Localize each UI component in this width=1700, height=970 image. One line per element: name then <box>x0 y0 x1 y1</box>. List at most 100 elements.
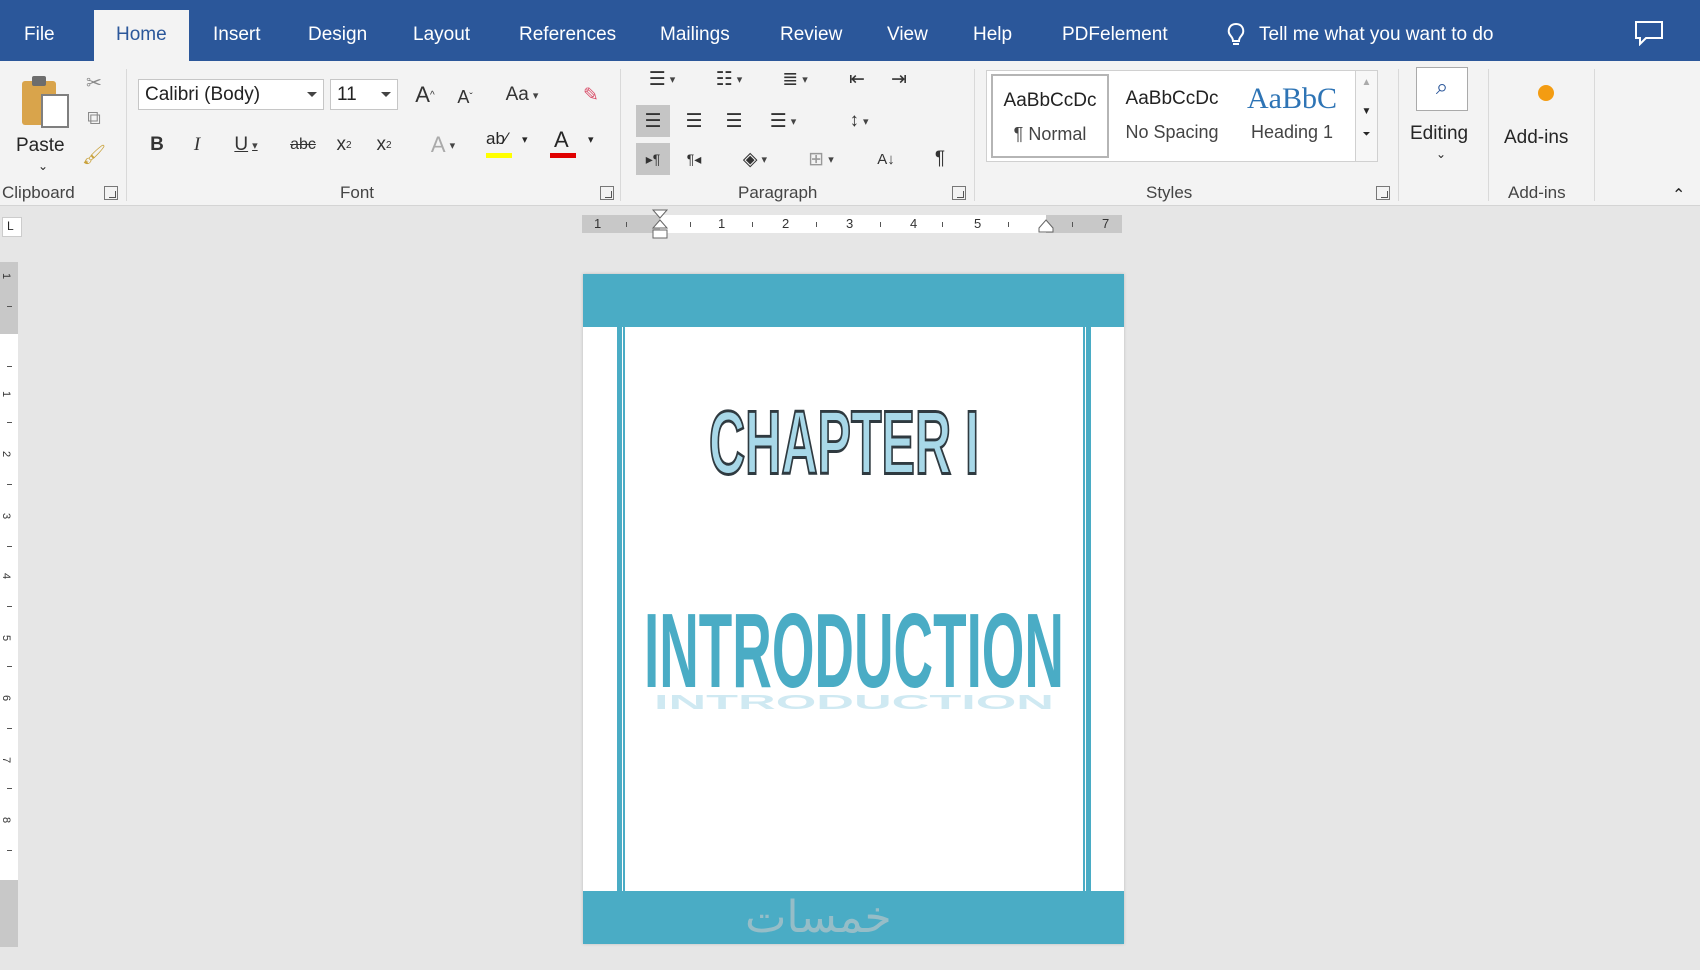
ruler-number: 6 <box>0 694 13 702</box>
font-group-label: Font <box>340 183 375 202</box>
line-spacing-icon[interactable]: ↕ ▾ <box>834 105 884 137</box>
italic-icon[interactable]: I <box>184 131 210 159</box>
styles-group-label: Styles <box>1146 183 1193 202</box>
tab-review[interactable]: Review <box>780 24 842 46</box>
style-no-spacing[interactable]: AaBbCcDc No Spacing <box>1113 74 1231 158</box>
style-name: ¶ Normal <box>1013 124 1087 144</box>
paragraph-launcher-icon[interactable] <box>952 186 966 200</box>
tab-view[interactable]: View <box>887 24 928 46</box>
editing-label: Editing <box>1410 123 1469 144</box>
font-color-button[interactable]: A ▾ <box>550 127 606 161</box>
multilevel-list-icon[interactable]: ≣ ▾ <box>770 65 820 93</box>
chevron-down-icon: ⌄ <box>38 159 49 173</box>
editing-button[interactable]: ⌕ Editing ⌄ <box>1408 65 1478 175</box>
ruler-tick <box>880 222 881 227</box>
ruler-tick <box>7 850 12 851</box>
tab-layout[interactable]: Layout <box>413 24 470 46</box>
tab-pdfelement[interactable]: PDFelement <box>1062 24 1168 46</box>
tab-home[interactable]: Home <box>94 10 189 61</box>
document-page[interactable]: CHAPTER I INTRODUCTION INTRODUCTION <box>583 274 1124 944</box>
superscript-icon[interactable]: x2 <box>370 131 398 159</box>
addins-icon <box>1538 85 1554 101</box>
shrink-font-icon[interactable]: Aˇ <box>450 83 480 111</box>
clear-formatting-icon[interactable]: ✎ <box>574 81 608 109</box>
bottom-margin <box>0 880 18 947</box>
vertical-ruler[interactable]: 1 1 2 3 4 5 6 7 8 <box>0 262 18 947</box>
clipboard-group-label: Clipboard <box>2 183 75 202</box>
cut-icon[interactable]: ✂ <box>80 69 108 97</box>
chapter-title-text: CHAPTER I <box>709 393 979 493</box>
highlighter-icon: ab⁄ <box>486 129 508 148</box>
decrease-indent-icon[interactable]: ⇤ <box>842 65 872 93</box>
font-size-value: 11 <box>337 84 357 105</box>
divider <box>126 69 127 201</box>
tab-help[interactable]: Help <box>973 24 1012 46</box>
strikethrough-icon[interactable]: abc <box>286 131 320 159</box>
paste-button[interactable]: Paste ⌄ <box>10 71 70 181</box>
ruler-tick <box>1072 222 1073 227</box>
chevron-down-icon: ▾ <box>522 134 528 146</box>
underline-icon[interactable]: U ▾ <box>222 131 270 159</box>
ribbon-tab-bar: File Home Insert Design Layout Reference… <box>0 0 1700 61</box>
style-name: Heading 1 <box>1250 122 1334 142</box>
styles-scrollbar[interactable]: ▲ ▼ ⏷ <box>1355 71 1377 161</box>
borders-icon[interactable]: ⊞ ▾ <box>796 143 846 175</box>
chevron-down-icon[interactable]: ▼ <box>1356 106 1377 117</box>
ribbon-home: Paste ⌄ ✂ ⧉ 🖌 Clipboard Calibri (Body) 1… <box>0 61 1700 206</box>
numbering-icon[interactable]: ☷ ▾ <box>704 65 754 93</box>
align-left-icon[interactable]: ☰ <box>636 105 670 137</box>
ruler-number: 2 <box>0 450 13 458</box>
wordart-introduction[interactable]: INTRODUCTION INTRODUCTION <box>639 590 1069 720</box>
tab-selector[interactable]: L <box>2 217 22 237</box>
justify-icon[interactable]: ☰ ▾ <box>758 105 808 137</box>
styles-launcher-icon[interactable] <box>1376 186 1390 200</box>
shading-icon[interactable]: ◈ ▾ <box>730 143 780 175</box>
horizontal-ruler[interactable]: 1 1 2 3 4 5 7 <box>582 209 1122 239</box>
tab-insert[interactable]: Insert <box>213 24 261 46</box>
font-name-dropdown[interactable]: Calibri (Body) <box>138 79 324 110</box>
right-indent-marker[interactable] <box>1038 219 1054 233</box>
subscript-icon[interactable]: x2 <box>330 131 358 159</box>
bold-icon[interactable]: B <box>144 131 170 159</box>
tab-references[interactable]: References <box>519 24 616 46</box>
chevron-up-icon[interactable]: ▲ <box>1356 77 1377 88</box>
change-case-label: Aa <box>505 84 529 105</box>
rtl-text-icon[interactable]: ¶◂ <box>678 143 710 175</box>
bullets-icon[interactable]: ☰ ▾ <box>638 65 686 93</box>
collapse-ribbon-icon[interactable]: ⌃ <box>1672 185 1685 205</box>
first-line-indent-marker[interactable] <box>652 209 668 245</box>
ruler-number: 4 <box>0 572 13 580</box>
ruler-tick <box>7 666 12 667</box>
font-launcher-icon[interactable] <box>600 186 614 200</box>
change-case-button[interactable]: Aa ▾ <box>496 81 548 109</box>
tab-design[interactable]: Design <box>308 24 367 46</box>
style-heading-1[interactable]: AaBbC Heading 1 <box>1233 74 1351 158</box>
copy-icon[interactable]: ⧉ <box>80 105 108 133</box>
comments-icon[interactable] <box>1634 20 1664 46</box>
format-painter-icon[interactable]: 🖌 <box>80 141 108 169</box>
more-styles-icon[interactable]: ⏷ <box>1356 129 1377 140</box>
horizontal-ruler-area: L 1 1 2 3 4 5 7 <box>0 207 1700 247</box>
highlight-color-button[interactable]: ab⁄ ▾ <box>484 129 540 161</box>
clipboard-launcher-icon[interactable] <box>104 186 118 200</box>
text-effects-icon[interactable]: A ▾ <box>418 131 468 159</box>
paragraph-group-label: Paragraph <box>738 183 818 202</box>
show-marks-icon[interactable]: ¶ <box>924 143 956 175</box>
style-preview: AaBbCcDc <box>1003 90 1097 111</box>
tell-me-search[interactable]: Tell me what you want to do <box>1225 22 1493 48</box>
top-border-band <box>583 274 1124 327</box>
increase-indent-icon[interactable]: ⇥ <box>884 65 914 93</box>
align-right-icon[interactable]: ☰ <box>718 105 750 137</box>
tab-file[interactable]: File <box>24 24 55 46</box>
addins-button[interactable]: Add-ins <box>1500 71 1590 171</box>
wordart-chapter-title[interactable]: CHAPTER I <box>699 384 989 504</box>
font-size-dropdown[interactable]: 11 <box>330 79 398 110</box>
ltr-text-icon[interactable]: ▸¶ <box>636 143 670 175</box>
sort-icon[interactable]: A↓ <box>870 143 902 175</box>
align-center-icon[interactable]: ☰ <box>678 105 710 137</box>
tab-mailings[interactable]: Mailings <box>660 24 730 46</box>
grow-font-icon[interactable]: A ^ <box>410 81 440 109</box>
style-normal[interactable]: AaBbCcDc ¶ Normal <box>991 74 1109 158</box>
ruler-tick <box>7 422 12 423</box>
divider <box>620 69 621 201</box>
